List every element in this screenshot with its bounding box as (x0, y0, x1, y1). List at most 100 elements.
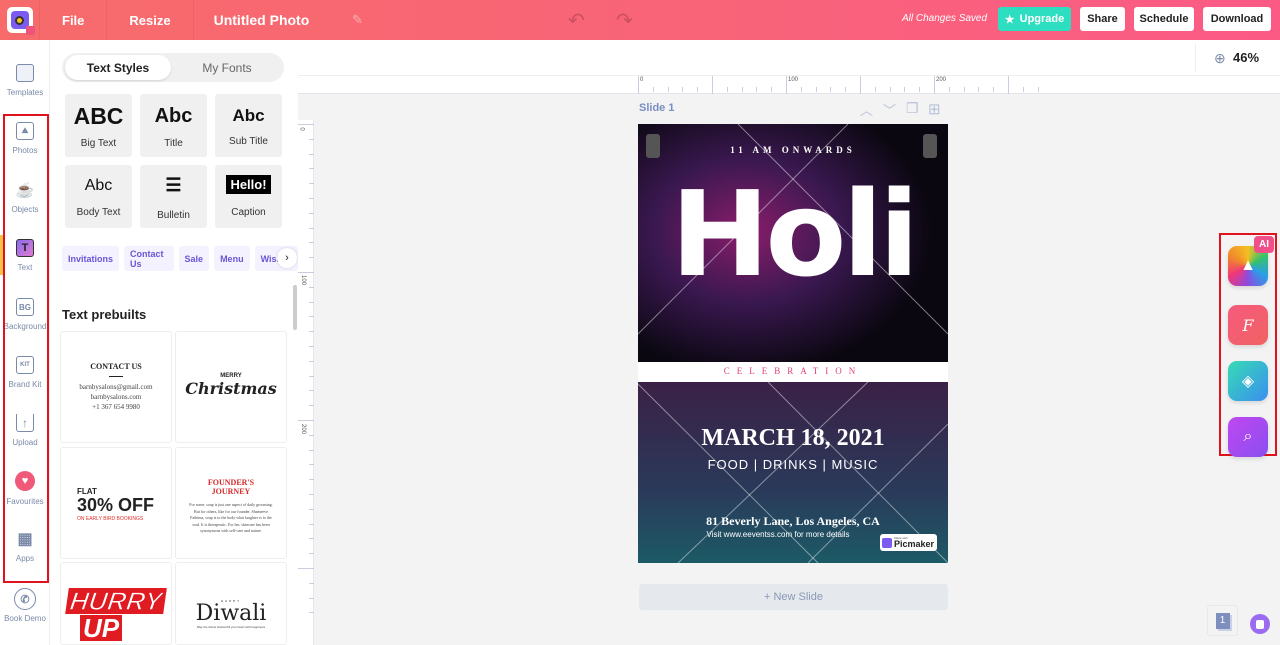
design-tagline[interactable]: FOOD | DRINKS | MUSIC (638, 457, 948, 472)
app-logo[interactable] (0, 0, 40, 40)
style-bulletin[interactable]: ☰ Bulletin (140, 165, 207, 228)
ruler-label: 100 (300, 274, 307, 286)
ruler-tick (682, 87, 684, 92)
prebuilt-text: CONTACT US (90, 362, 142, 371)
chip-sale[interactable]: Sale (178, 246, 210, 271)
watermark-text: Picmaker (894, 539, 935, 549)
resize-menu[interactable]: Resize (107, 0, 194, 40)
ruler-tick (309, 523, 314, 525)
add-slide-icon[interactable]: ⊞ (928, 100, 941, 118)
chip-menu[interactable]: Menu (214, 246, 250, 271)
design-address[interactable]: 81 Beverly Lane, Los Angeles, CA (638, 514, 948, 529)
chip-invitations[interactable]: Invitations (62, 246, 120, 271)
font-tool-icon[interactable]: F (1228, 305, 1268, 345)
ruler-tick (298, 568, 314, 569)
chevron-right-icon[interactable]: › (277, 248, 297, 268)
style-sub-title[interactable]: Abc Sub Title (215, 94, 282, 157)
fill-tool-icon[interactable]: ◈ (1228, 361, 1268, 401)
ruler-tick (309, 360, 314, 362)
ruler-tick (889, 87, 891, 92)
ruler-tick (726, 87, 728, 92)
save-status: All Changes Saved (902, 13, 988, 24)
ruler-tick (309, 316, 314, 318)
prebuilt-diwali[interactable]: HAPPY Diwali May the divine festival fil… (175, 562, 287, 645)
zoom-icon[interactable]: ⊕ (1214, 50, 1226, 67)
ruler-tick (904, 87, 906, 92)
style-body-text[interactable]: Abc Body Text (65, 165, 132, 228)
category-chips: Invitations Contact Us Sale Menu Wishes (62, 246, 298, 271)
ruler-tick (771, 87, 773, 92)
sidebar-label: Templates (6, 88, 44, 97)
tab-text-styles[interactable]: Text Styles (65, 55, 171, 80)
ruler-label: 0 (298, 127, 305, 131)
prebuilt-founders-journey[interactable]: FOUNDER'S JOURNEY For some, soap is just… (175, 447, 287, 559)
edit-title-pencil-icon[interactable]: ✎ (352, 12, 363, 28)
design-canvas[interactable]: 11 AM ONWARDS Holi CELEBRATION MARCH 18,… (638, 124, 948, 563)
sidebar-item-book-demo[interactable]: ✆ Book Demo (0, 588, 50, 623)
style-caption[interactable]: Hello! Caption (215, 165, 282, 228)
ruler-label: 100 (788, 77, 799, 83)
style-title[interactable]: Abc Title (140, 94, 207, 157)
duplicate-slide-icon[interactable]: ❐ (906, 100, 919, 117)
ruler-tick (948, 87, 950, 92)
prebuilt-contact-us[interactable]: CONTACT US barnbysalons@gmail.com barnby… (60, 331, 172, 443)
ruler-tick (978, 87, 980, 92)
design-visit-text[interactable]: Visit www.eeventss.com for more details (638, 530, 918, 539)
file-menu[interactable]: File (40, 0, 108, 40)
horizontal-ruler[interactable]: 0 100 200 (298, 76, 1280, 94)
schedule-button[interactable]: Schedule (1134, 7, 1194, 31)
picmaker-watermark[interactable]: Made with Picmaker (880, 534, 937, 551)
design-time-text[interactable]: 11 AM ONWARDS (638, 145, 948, 155)
style-label: Caption (231, 207, 266, 218)
ruler-label: 0 (640, 77, 644, 83)
share-button[interactable]: Share (1080, 7, 1125, 31)
ruler-tick (309, 464, 314, 466)
prebuilt-christmas[interactable]: MERRY Christmas (175, 331, 287, 443)
page-count-button[interactable]: 1 (1207, 605, 1238, 636)
ruler-label: 200 (936, 77, 947, 83)
chip-contact-us[interactable]: Contact Us (124, 246, 174, 271)
style-preview: ABC (73, 103, 124, 129)
ruler-tick (963, 87, 965, 92)
download-button[interactable]: Download (1203, 7, 1271, 31)
design-band-text[interactable]: CELEBRATION (638, 366, 948, 376)
canvas-toolbar (298, 40, 1280, 76)
ruler-tick (800, 87, 802, 92)
sidebar-item-templates[interactable]: Templates (0, 64, 50, 97)
move-slide-down-icon[interactable]: ﹀ (883, 100, 896, 119)
document-title[interactable]: Untitled Photo (194, 12, 310, 28)
ruler-tick (934, 76, 935, 94)
bullet-list-icon: ☰ (165, 175, 182, 195)
ruler-tick (309, 479, 314, 481)
panel-scrollbar[interactable] (293, 285, 297, 330)
prebuilt-hurry-up[interactable]: HURRY UP (60, 562, 172, 645)
style-preview: Abc (84, 177, 113, 194)
ruler-tick (298, 272, 314, 273)
vertical-ruler[interactable]: 0 100 200 (298, 120, 314, 645)
prebuilt-text: For some, soap is just one aspect of dai… (189, 502, 273, 533)
phone-icon: ✆ (14, 588, 36, 610)
design-headline[interactable]: Holi (638, 169, 948, 299)
ruler-label: 200 (300, 423, 307, 435)
image-search-tool-icon[interactable]: ⌕ (1228, 417, 1268, 457)
style-preview: Hello! (226, 175, 271, 194)
redo-icon[interactable]: ↷ (616, 8, 633, 33)
chat-support-icon[interactable] (1250, 614, 1270, 634)
tab-my-fonts[interactable]: My Fonts (174, 55, 280, 80)
style-label: Sub Title (229, 136, 268, 147)
upgrade-button[interactable]: ★ Upgrade (998, 7, 1071, 31)
new-slide-button[interactable]: + New Slide (639, 584, 948, 610)
style-big-text[interactable]: ABC Big Text (65, 94, 132, 157)
ruler-tick (309, 198, 314, 199)
prebuilt-text: UP (79, 615, 123, 641)
highlight-box-sidebar (3, 114, 49, 583)
upgrade-label: Upgrade (1019, 13, 1065, 25)
ruler-tick (309, 612, 314, 614)
design-date[interactable]: MARCH 18, 2021 (638, 425, 948, 452)
undo-icon[interactable]: ↶ (568, 8, 585, 33)
zoom-level[interactable]: 46% (1233, 50, 1259, 65)
ruler-tick (860, 76, 861, 94)
move-slide-up-icon[interactable]: ︿ (860, 100, 873, 119)
panel-tabs: Text Styles My Fonts (62, 53, 284, 82)
prebuilt-sale[interactable]: FLAT 30% OFF ON EARLY BIRD BOOKINGS (60, 447, 172, 559)
